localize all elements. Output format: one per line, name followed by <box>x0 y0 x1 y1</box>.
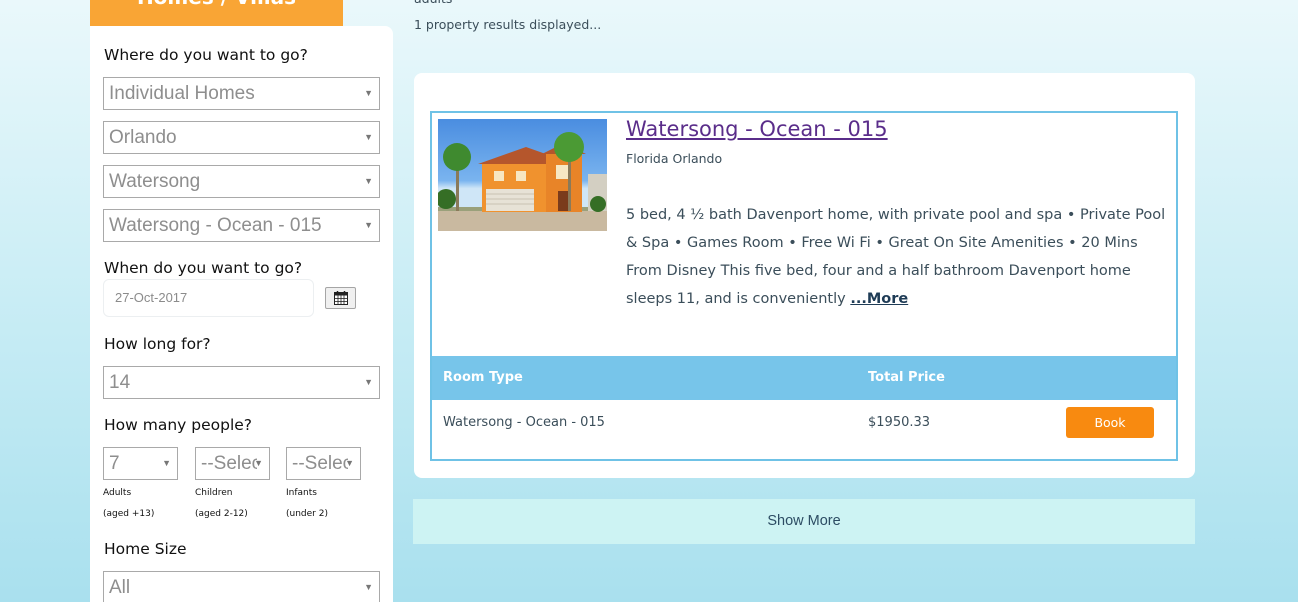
search-summary-text: adults <box>414 0 452 6</box>
results-count: 1 property results displayed... <box>414 17 602 32</box>
tab-homes-villas[interactable]: Homes / Villas <box>90 0 343 26</box>
children-caption-sub: (aged 2-12) <box>195 509 248 519</box>
chevron-down-icon: ▼ <box>364 88 373 98</box>
chevron-down-icon: ▼ <box>254 458 263 468</box>
property-description: 5 bed, 4 ½ bath Davenport home, with pri… <box>626 201 1176 313</box>
chevron-down-icon: ▼ <box>345 458 354 468</box>
adults-caption: Adults (aged +13) <box>103 483 154 525</box>
chevron-down-icon: ▼ <box>364 176 373 186</box>
property-title-link[interactable]: Watersong - Ocean - 015 <box>626 117 888 141</box>
resort-value: Watersong <box>109 171 201 192</box>
calendar-button[interactable] <box>325 287 356 309</box>
city-value: Orlando <box>109 127 177 148</box>
col-total-price: Total Price <box>868 370 945 385</box>
city-select[interactable]: Orlando ▼ <box>103 121 380 154</box>
children-select[interactable]: --Select-- ▼ <box>195 447 270 480</box>
property-location: Florida Orlando <box>626 151 723 166</box>
rooms-table-header: Room Type Total Price <box>432 356 1176 400</box>
property-select[interactable]: Watersong - Ocean - 015 ▼ <box>103 209 380 242</box>
col-room-type: Room Type <box>443 370 523 385</box>
date-label: When do you want to go? <box>104 259 303 277</box>
children-value: --Select-- <box>201 453 257 474</box>
people-label: How many people? <box>104 416 253 434</box>
table-row: Watersong - Ocean - 015 $1950.33 Book <box>432 400 1176 459</box>
result-card: Watersong - Ocean - 015 Florida Orlando … <box>414 73 1195 478</box>
infants-caption: Infants (under 2) <box>286 483 328 525</box>
property-listing: Watersong - Ocean - 015 Florida Orlando … <box>430 111 1178 461</box>
home-size-value: All <box>109 577 131 598</box>
book-button[interactable]: Book <box>1066 407 1154 438</box>
children-caption: Children (aged 2-12) <box>195 483 248 525</box>
adults-select[interactable]: 7 ▼ <box>103 447 178 480</box>
property-value: Watersong - Ocean - 015 <box>109 215 322 236</box>
search-panel: Where do you want to go? Individual Home… <box>90 26 393 602</box>
chevron-down-icon: ▼ <box>364 220 373 230</box>
calendar-icon <box>334 291 348 305</box>
adults-value: 7 <box>109 453 120 474</box>
property-type-select[interactable]: Individual Homes ▼ <box>103 77 380 110</box>
duration-value: 14 <box>109 372 131 393</box>
property-photo[interactable] <box>438 119 607 231</box>
adults-caption-label: Adults <box>103 488 132 498</box>
infants-value: --Select-- <box>292 453 348 474</box>
room-type-cell: Watersong - Ocean - 015 <box>443 415 605 430</box>
resort-select[interactable]: Watersong ▼ <box>103 165 380 198</box>
infants-select[interactable]: --Select-- ▼ <box>286 447 361 480</box>
more-link[interactable]: ...More <box>850 291 908 307</box>
destination-label: Where do you want to go? <box>104 46 308 64</box>
chevron-down-icon: ▼ <box>364 132 373 142</box>
chevron-down-icon: ▼ <box>162 458 171 468</box>
home-size-select[interactable]: All ▼ <box>103 571 380 602</box>
house-photo-icon <box>438 132 607 231</box>
chevron-down-icon: ▼ <box>364 377 373 387</box>
adults-caption-sub: (aged +13) <box>103 509 155 519</box>
infants-caption-label: Infants <box>286 488 317 498</box>
home-size-label: Home Size <box>104 540 187 558</box>
children-caption-label: Children <box>195 488 233 498</box>
duration-select[interactable]: 14 ▼ <box>103 366 380 399</box>
show-more-button[interactable]: Show More <box>413 499 1195 544</box>
date-input[interactable]: 27-Oct-2017 <box>103 279 314 317</box>
chevron-down-icon: ▼ <box>364 582 373 592</box>
property-type-value: Individual Homes <box>109 83 255 104</box>
total-price-cell: $1950.33 <box>868 415 931 430</box>
infants-caption-sub: (under 2) <box>286 509 328 519</box>
duration-label: How long for? <box>104 335 211 353</box>
